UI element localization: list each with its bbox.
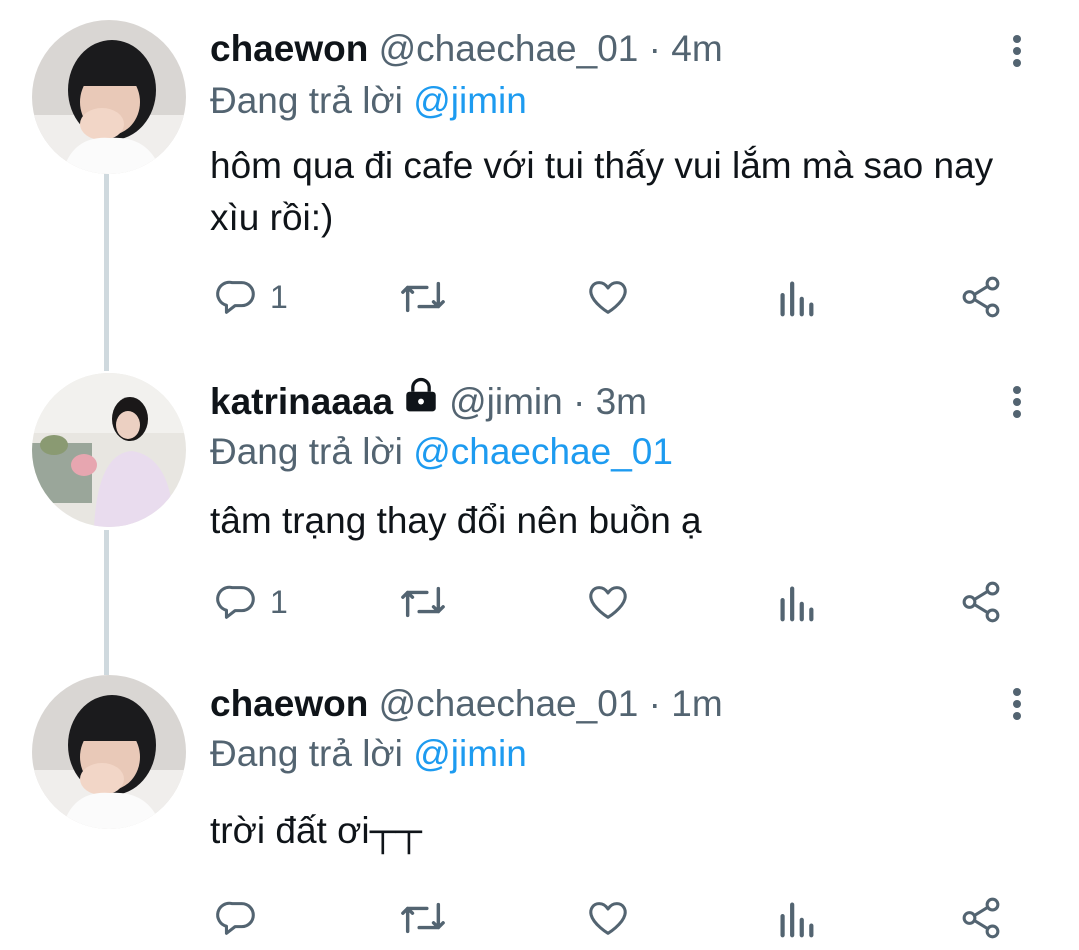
mention-link[interactable]: @chaechae_01 bbox=[413, 431, 673, 472]
like-button[interactable] bbox=[584, 272, 632, 322]
like-button[interactable] bbox=[584, 893, 632, 943]
timestamp[interactable]: 1m bbox=[671, 683, 722, 724]
separator-dot: · bbox=[648, 683, 661, 724]
user-handle[interactable]: @jimin bbox=[449, 381, 563, 422]
tweet-text: tâm trạng thay đổi nên buồn ạ bbox=[210, 500, 702, 541]
user-handle[interactable]: @chaechae_01 bbox=[379, 683, 639, 724]
replying-to: Đang trả lời @jimin bbox=[210, 76, 527, 126]
retweet-button[interactable] bbox=[396, 577, 450, 627]
replying-to-label: Đang trả lời bbox=[210, 431, 403, 472]
analytics-button[interactable] bbox=[776, 272, 816, 322]
tweet-text: trời đất ơi┬┬ bbox=[210, 810, 422, 851]
heart-icon bbox=[584, 579, 632, 625]
tweet-header: chaewon @chaechae_01 · 4m bbox=[210, 22, 723, 76]
more-vertical-icon[interactable] bbox=[1007, 685, 1027, 725]
share-icon bbox=[958, 895, 1004, 941]
tweet[interactable]: katrinaaaa @jimin · 3m Đang trả lời @chae… bbox=[0, 345, 1079, 675]
share-button[interactable] bbox=[958, 577, 1004, 627]
reply-count: 1 bbox=[270, 583, 288, 620]
replying-to: Đang trả lời @chaechae_01 bbox=[210, 427, 673, 477]
tweet[interactable]: chaewon @chaechae_01 · 1m Đang trả lời @… bbox=[0, 675, 1079, 950]
analytics-button[interactable] bbox=[776, 893, 816, 943]
avatar[interactable] bbox=[32, 20, 186, 174]
like-button[interactable] bbox=[584, 577, 632, 627]
reply-button[interactable]: 1 bbox=[214, 272, 288, 322]
retweet-button[interactable] bbox=[396, 272, 450, 322]
share-icon bbox=[958, 579, 1004, 625]
analytics-icon bbox=[776, 579, 816, 625]
analytics-button[interactable] bbox=[776, 577, 816, 627]
reply-icon bbox=[214, 895, 260, 941]
tweet-actions: 1 bbox=[210, 272, 1040, 322]
reply-count: 1 bbox=[270, 278, 288, 315]
reply-icon bbox=[214, 274, 260, 320]
retweet-button[interactable] bbox=[396, 893, 450, 943]
retweet-icon bbox=[396, 579, 450, 625]
timestamp[interactable]: 4m bbox=[671, 28, 722, 69]
tweet-actions: 1 bbox=[210, 577, 1040, 627]
more-vertical-icon[interactable] bbox=[1007, 32, 1027, 72]
mention-link[interactable]: @jimin bbox=[413, 80, 527, 121]
separator-dot: · bbox=[648, 28, 661, 69]
replying-to-label: Đang trả lời bbox=[210, 733, 403, 774]
analytics-icon bbox=[776, 274, 816, 320]
heart-icon bbox=[584, 895, 632, 941]
retweet-icon bbox=[396, 274, 450, 320]
retweet-icon bbox=[396, 895, 450, 941]
analytics-icon bbox=[776, 895, 816, 941]
display-name[interactable]: chaewon bbox=[210, 28, 368, 69]
replying-to: Đang trả lời @jimin bbox=[210, 729, 527, 779]
display-name[interactable]: chaewon bbox=[210, 683, 368, 724]
replying-to-label: Đang trả lời bbox=[210, 80, 403, 121]
share-icon bbox=[958, 274, 1004, 320]
tweet-header: katrinaaaa @jimin · 3m bbox=[210, 375, 647, 429]
mention-link[interactable]: @jimin bbox=[413, 733, 527, 774]
reply-icon bbox=[214, 579, 260, 625]
reply-button[interactable] bbox=[214, 893, 270, 943]
user-handle[interactable]: @chaechae_01 bbox=[379, 28, 639, 69]
tweet-actions bbox=[210, 893, 1040, 943]
separator-dot: · bbox=[572, 381, 586, 422]
tweet-text: hôm qua đi cafe với tui thấy vui lắm mà … bbox=[210, 145, 994, 238]
avatar[interactable] bbox=[32, 675, 186, 829]
lock-icon bbox=[401, 374, 441, 428]
timestamp[interactable]: 3m bbox=[596, 381, 647, 422]
heart-icon bbox=[584, 274, 632, 320]
share-button[interactable] bbox=[958, 893, 1004, 943]
share-button[interactable] bbox=[958, 272, 1004, 322]
reply-button[interactable]: 1 bbox=[214, 577, 288, 627]
display-name[interactable]: katrinaaaa bbox=[210, 381, 393, 422]
tweet-header: chaewon @chaechae_01 · 1m bbox=[210, 677, 723, 731]
tweet[interactable]: chaewon @chaechae_01 · 4m Đang trả lời @… bbox=[0, 0, 1079, 345]
more-vertical-icon[interactable] bbox=[1007, 383, 1027, 423]
avatar[interactable] bbox=[32, 373, 186, 527]
